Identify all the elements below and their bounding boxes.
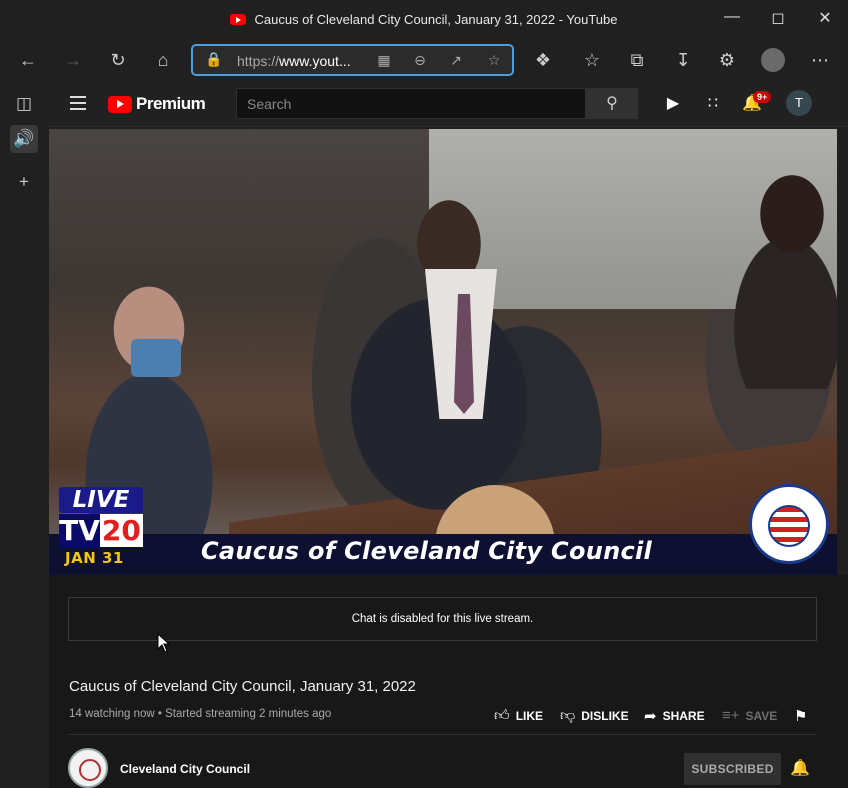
extensions-icon[interactable]: ❖ [531, 48, 555, 72]
chat-disabled-message: Chat is disabled for this live stream. [351, 613, 534, 625]
channel-notification-bell-icon[interactable]: 🔔 [790, 758, 810, 778]
report-button[interactable]: ⚑ [794, 707, 807, 725]
downloads-icon[interactable]: ↧ [671, 48, 695, 72]
lock-icon: 🔒 [205, 51, 223, 67]
minimize-icon[interactable]: — [720, 8, 744, 26]
menu-icon[interactable] [70, 96, 86, 114]
vertical-tabs-icon[interactable]: ◫ [10, 90, 38, 118]
favorites-icon[interactable]: ☆ [580, 48, 604, 72]
seal-flag-icon [768, 505, 810, 547]
search-button[interactable]: ⚲ [586, 88, 638, 119]
forward-icon[interactable]: → [61, 48, 85, 72]
playlist-add-icon: ≡+ [722, 707, 740, 724]
live-tv20-logo: LIVE TV20 JAN 31 [55, 483, 143, 569]
zoom-out-icon[interactable]: ⊖ [411, 52, 429, 69]
new-tab-icon[interactable]: + [10, 168, 38, 196]
close-icon[interactable]: ✕ [813, 8, 837, 28]
share-page-icon[interactable]: ↗ [447, 52, 465, 69]
video-face-mask [131, 339, 181, 377]
channel-number: 20 [99, 514, 143, 547]
address-url[interactable]: https://www.yout... [237, 53, 351, 69]
audio-tab-icon[interactable]: 🔊 [10, 125, 38, 153]
browser-sidebar: ◫ 🔊 + [0, 80, 48, 788]
city-seal-logo [749, 484, 829, 564]
app-available-icon[interactable]: ▦ [375, 52, 393, 69]
video-player[interactable]: Caucus of Cleveland City Council LIVE TV… [49, 129, 837, 575]
url-scheme: https:// [237, 53, 280, 69]
chat-disabled-panel: Chat is disabled for this live stream. [68, 597, 817, 641]
share-button[interactable]: ➦ SHARE [644, 707, 705, 725]
apps-grid-icon[interactable]: ∷ [701, 92, 725, 116]
search-icon: ⚲ [606, 95, 618, 112]
thumbs-up-icon: 👍︎ [494, 707, 510, 724]
logo-text: Premium [136, 94, 206, 113]
tv-text: TV [59, 514, 100, 547]
video-meta: 14 watching now • Started streaming 2 mi… [69, 708, 332, 720]
share-icon: ➦ [644, 708, 657, 725]
maximize-icon[interactable]: ◻ [766, 8, 790, 28]
profile-avatar[interactable] [761, 48, 785, 72]
tv20-label: TV20 [59, 514, 143, 548]
save-button[interactable]: ≡+ SAVE [722, 707, 777, 724]
thumbs-down-icon: 👎︎ [560, 707, 576, 724]
account-avatar[interactable]: T [786, 90, 812, 116]
youtube-favicon-icon [230, 14, 247, 25]
dislike-label: DISLIKE [581, 709, 629, 723]
search-box[interactable] [236, 88, 586, 119]
add-favorite-icon[interactable]: ☆ [485, 52, 503, 69]
window-titlebar: Caucus of Cleveland City Council, Januar… [0, 0, 848, 40]
notification-badge: 9+ [753, 91, 772, 103]
more-menu-icon[interactable]: ⋯ [808, 48, 832, 72]
youtube-header: Premium ⚲ ▶ ∷ 🔔 9+ T [49, 80, 848, 127]
channel-avatar[interactable] [68, 748, 108, 788]
youtube-play-icon [108, 95, 132, 113]
search-input[interactable] [237, 89, 585, 118]
broadcast-date: JAN 31 [65, 549, 124, 567]
video-person-right [697, 139, 837, 389]
collections-icon[interactable]: ⧉ [625, 48, 649, 72]
url-host: www.yout... [279, 53, 351, 69]
channel-name[interactable]: Cleveland City Council [120, 762, 250, 776]
window-title-text: Caucus of Cleveland City Council, Januar… [254, 12, 618, 27]
subscribed-button[interactable]: SUBSCRIBED [684, 753, 781, 785]
section-divider [68, 734, 817, 735]
refresh-icon[interactable]: ↻ [106, 48, 130, 72]
dislike-button[interactable]: 👎︎ DISLIKE [560, 707, 629, 725]
save-label: SAVE [745, 708, 778, 723]
share-label: SHARE [662, 709, 705, 723]
back-icon[interactable]: ← [16, 48, 40, 72]
like-label: LIKE [515, 709, 544, 723]
youtube-logo[interactable]: Premium [108, 94, 206, 114]
video-title: Caucus of Cleveland City Council, Januar… [69, 678, 416, 695]
create-video-icon[interactable]: ▶ [661, 92, 685, 116]
flag-icon: ⚑ [794, 708, 808, 725]
settings-sync-icon[interactable]: ⚙ [715, 48, 739, 72]
lower-third-text: Caucus of Cleveland City Council [201, 537, 653, 565]
live-label: LIVE [59, 487, 143, 513]
like-button[interactable]: 👍︎ LIKE [494, 707, 543, 725]
address-bar[interactable]: 🔒 https://www.yout... ▦ ⊖ ↗ ☆ [191, 44, 514, 76]
home-icon[interactable]: ⌂ [151, 48, 175, 72]
